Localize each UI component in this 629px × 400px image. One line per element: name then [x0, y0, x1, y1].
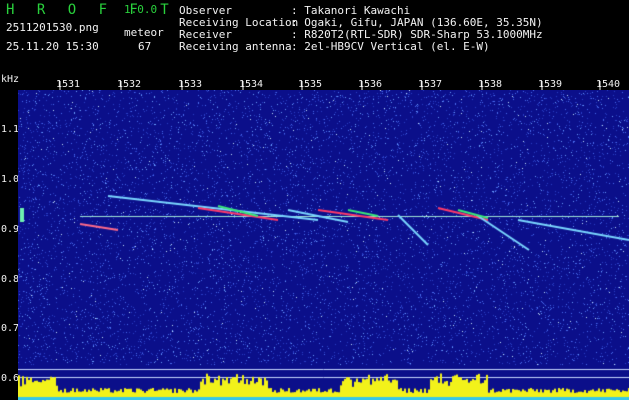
observer-value: : Takanori Kawachi	[291, 4, 411, 17]
y-tick-label: 0.9	[1, 224, 20, 235]
antenna-label: Receiving antenna	[179, 40, 292, 53]
receiver-value: : R820T2(RTL-SDR) SDR-Sharp 53.1000MHz	[291, 28, 543, 41]
header-panel: H R O F F T 1.0.0 2511201530.png 25.11.2…	[0, 0, 629, 72]
receiver-label: Receiver	[179, 28, 232, 41]
time-axis-ticks	[59, 81, 601, 90]
meteor-count-value: 67	[138, 40, 152, 53]
app-version: 1.0.0	[124, 3, 158, 16]
antenna-value: : 2el-HB9CV Vertical (el. E-W)	[291, 40, 490, 53]
meteor-count-label: meteor	[124, 26, 164, 39]
location-label: Receiving Location	[179, 16, 299, 29]
spectrogram	[18, 90, 629, 400]
file-name: 2511201530.png	[6, 21, 99, 34]
y-tick-label: 0.7	[1, 323, 20, 334]
y-tick-label: 1.1	[1, 124, 20, 135]
y-tick-label: 0.8	[1, 274, 20, 285]
location-value: : Ogaki, Gifu, JAPAN (136.60E, 35.35N)	[291, 16, 543, 29]
observation-datetime: 25.11.20 15:30	[6, 40, 99, 53]
y-tick-label: 0.6	[1, 373, 20, 384]
observer-label: Observer	[179, 4, 232, 17]
y-tick-label: 1.0	[1, 174, 20, 185]
